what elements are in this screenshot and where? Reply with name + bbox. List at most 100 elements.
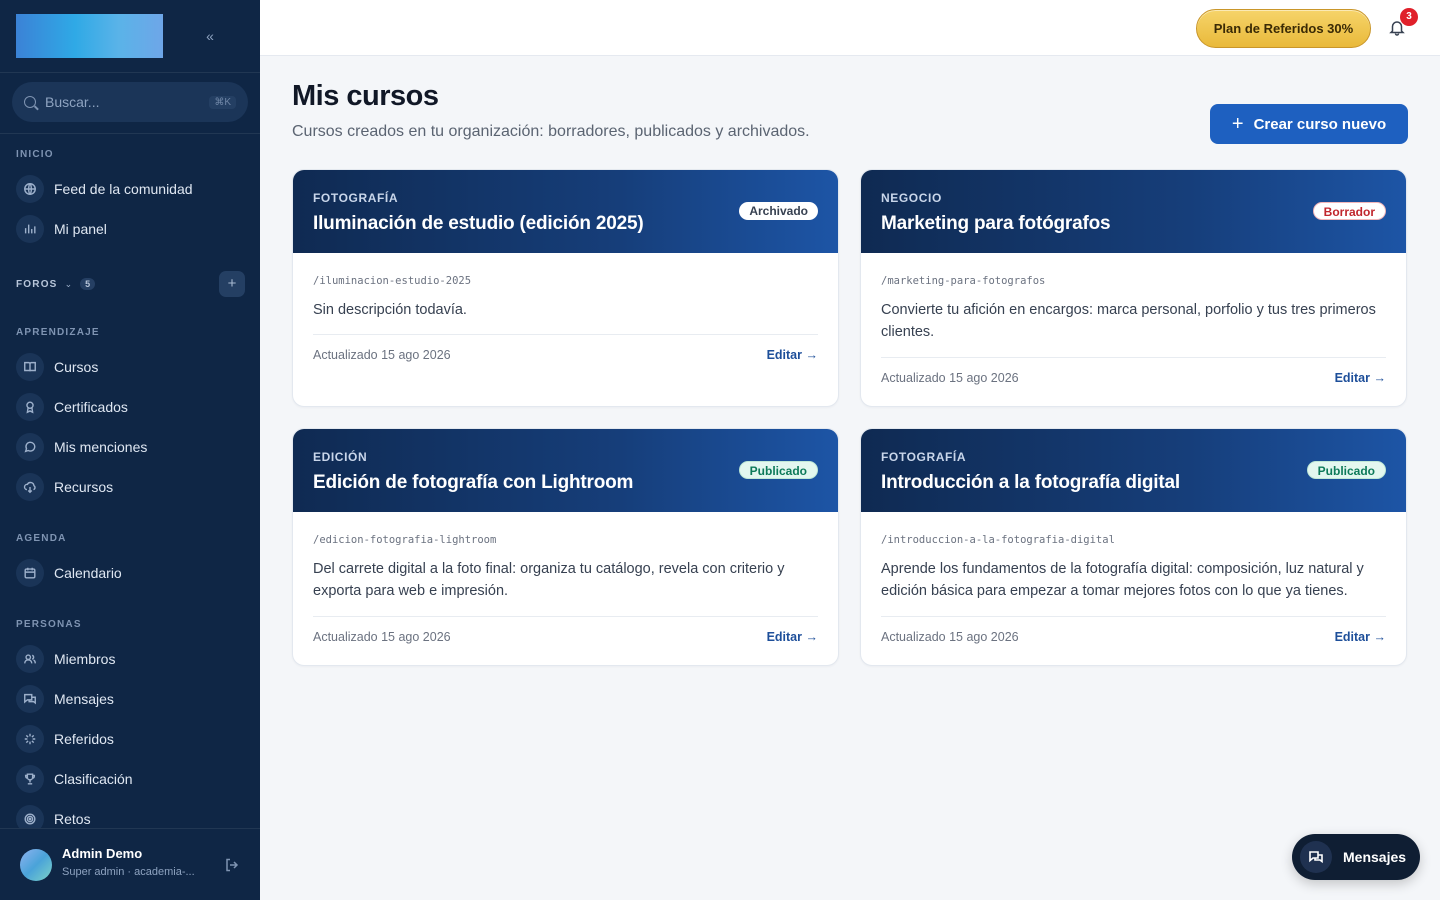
section-label-aprendizaje: APRENDIZAJE [16,327,100,338]
page-title: Mis cursos [292,80,439,112]
create-course-button[interactable]: + Crear curso nuevo [1210,104,1408,144]
chat-icon [1300,841,1332,873]
status-badge: Borrador [1312,202,1386,220]
edit-label: Editar [1334,630,1371,644]
sidebar-item-label: Calendario [54,565,122,581]
logout-icon[interactable] [224,857,240,873]
card-divider [881,357,1386,358]
messages-floating-button[interactable]: Mensajes [1292,834,1420,880]
course-category: FOTOGRAFÍA [313,191,399,205]
arrow-right-icon: → [1373,630,1387,644]
arrow-right-icon: → [805,630,819,644]
cloud-download-icon [16,473,44,501]
sidebar-item-label: Recursos [54,479,114,495]
sidebar-item-certificados[interactable]: Certificados [16,391,246,423]
sidebar-item-miembros[interactable]: Miembros [16,643,246,675]
forums-section-header[interactable]: FOROS ⌄ 5 + [16,271,246,297]
course-card[interactable]: EDICIÓN Edición de fotografía con Lightr… [292,428,839,666]
sidebar-item-label: Referidos [54,731,114,747]
chevron-down-icon: ⌄ [64,278,73,289]
award-icon [16,393,44,421]
arrow-right-icon: → [1373,371,1387,385]
edit-label: Editar [1334,371,1371,385]
sidebar-item-label: Mis menciones [54,439,148,455]
sidebar-item-label: Cursos [54,359,99,375]
notification-count-badge: 3 [1400,8,1418,26]
edit-course-link[interactable]: Editar → [1335,371,1386,385]
card-divider [881,616,1386,617]
course-slug: /edicion-fotografia-lightroom [313,534,497,546]
messages-icon [16,685,44,713]
sidebar-item-label: Certificados [54,399,128,415]
sidebar-item-cursos[interactable]: Cursos [16,351,246,383]
sidebar-item-calendario[interactable]: Calendario [16,557,246,589]
course-card[interactable]: NEGOCIO Marketing para fotógrafos Borrad… [860,169,1407,407]
create-course-label: Crear curso nuevo [1253,115,1387,133]
edit-course-link[interactable]: Editar → [767,348,818,362]
avatar[interactable] [20,849,52,881]
referral-plan-button[interactable]: Plan de Referidos 30% [1196,9,1371,48]
sidebar-item-panel[interactable]: Mi panel [16,213,246,245]
course-card-header: FOTOGRAFÍA Introducción a la fotografía … [861,429,1406,512]
bar-chart-icon [16,215,44,243]
sidebar-item-clasificacion[interactable]: Clasificación [16,763,246,795]
add-forum-button[interactable]: + [219,271,245,297]
sidebar-search-area: Buscar... ⌘K [0,73,260,134]
globe-icon [16,175,44,203]
sidebar-header: « [0,0,260,73]
course-card-header: FOTOGRAFÍA Iluminación de estudio (edici… [293,170,838,253]
trophy-icon [16,765,44,793]
users-icon [16,645,44,673]
search-placeholder: Buscar... [45,94,100,110]
plus-icon: + [1231,113,1244,135]
notifications-button[interactable]: 3 [1388,8,1418,38]
course-slug: /marketing-para-fotografos [881,275,1046,287]
messages-floating-label: Mensajes [1343,849,1407,865]
sidebar-item-label: Feed de la comunidad [54,181,193,197]
course-card-header: NEGOCIO Marketing para fotógrafos Borrad… [861,170,1406,253]
search-input[interactable]: Buscar... ⌘K [12,82,248,122]
section-label-foros: FOROS [16,278,58,290]
edit-label: Editar [766,348,803,362]
course-card-header: EDICIÓN Edición de fotografía con Lightr… [293,429,838,512]
course-description: Convierte tu afición en encargos: marca … [881,302,1376,340]
edit-course-link[interactable]: Editar → [767,630,818,644]
course-card[interactable]: FOTOGRAFÍA Iluminación de estudio (edici… [292,169,839,407]
sidebar-item-label: Retos [54,811,91,827]
sidebar-item-referidos[interactable]: Referidos [16,723,246,755]
user-name: Admin Demo [62,846,143,861]
course-updated: Actualizado 15 ago 2026 [881,630,1019,644]
message-circle-icon [16,433,44,461]
sidebar-item-recursos[interactable]: Recursos [16,471,246,503]
course-updated: Actualizado 15 ago 2026 [313,630,451,644]
course-title: Marketing para fotógrafos [881,213,1111,234]
course-title: Edición de fotografía con Lightroom [313,472,634,493]
section-label-personas: PERSONAS [16,619,82,630]
sidebar-item-label: Miembros [54,651,116,667]
search-shortcut: ⌘K [209,95,236,109]
course-slug: /iluminacion-estudio-2025 [313,275,472,287]
section-label-inicio: INICIO [16,149,54,160]
status-badge: Archivado [739,202,818,220]
book-icon [16,353,44,381]
sidebar-item-menciones[interactable]: Mis menciones [16,431,246,463]
sidebar-item-mensajes[interactable]: Mensajes [16,683,246,715]
sparkle-icon [16,725,44,753]
sidebar-item-feed[interactable]: Feed de la comunidad [16,173,246,205]
status-badge: Publicado [738,461,818,479]
edit-course-link[interactable]: Editar → [1335,630,1386,644]
course-card[interactable]: FOTOGRAFÍA Introducción a la fotografía … [860,428,1407,666]
sidebar: « Buscar... ⌘K INICIO Feed de la comunid… [0,0,260,900]
course-title: Introducción a la fotografía digital [881,472,1180,493]
card-divider [313,334,818,335]
course-description: Del carrete digital a la foto final: org… [313,561,785,599]
sidebar-item-label: Mensajes [54,691,114,707]
topbar: Plan de Referidos 30% 3 [260,0,1440,56]
edit-label: Editar [766,630,803,644]
course-updated: Actualizado 15 ago 2026 [881,371,1019,385]
brand-logo[interactable] [16,14,163,58]
course-updated: Actualizado 15 ago 2026 [313,348,451,362]
course-slug: /introduccion-a-la-fotografia-digital [881,534,1115,546]
status-badge: Publicado [1306,461,1386,479]
collapse-sidebar-icon[interactable]: « [200,26,220,46]
